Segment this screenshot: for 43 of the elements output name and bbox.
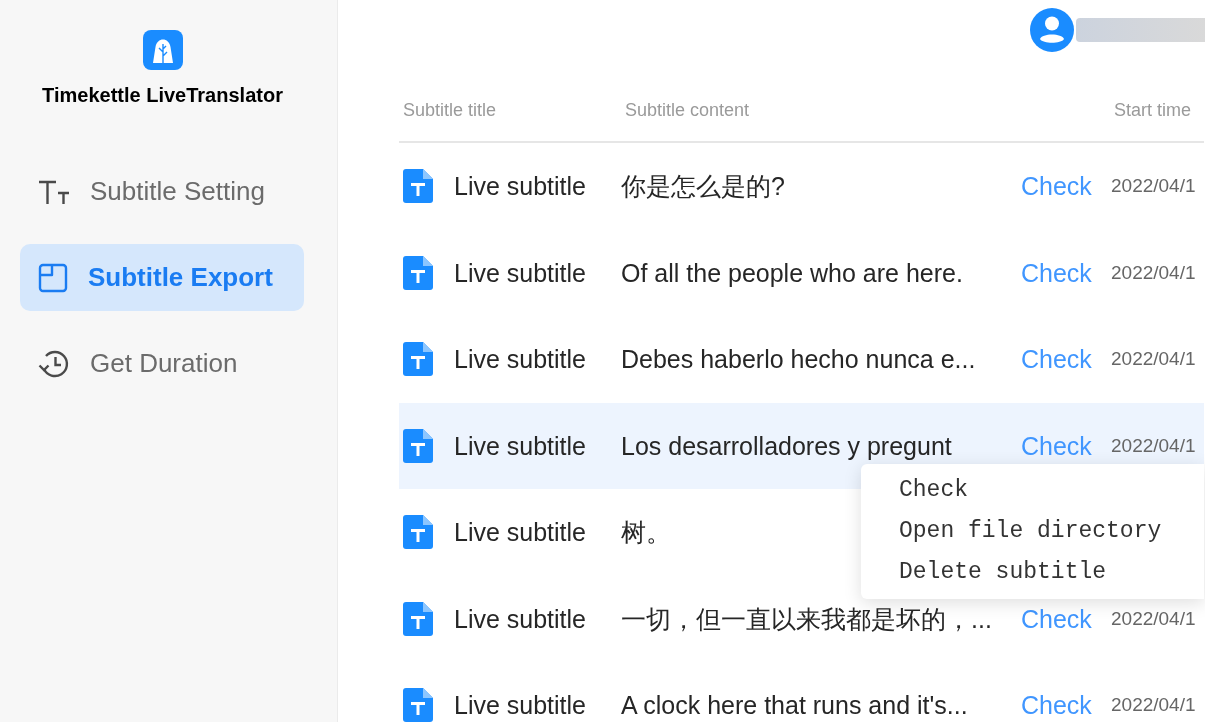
subtitle-content: A clock here that runs and it's... xyxy=(621,690,968,721)
subtitle-content: Debes haberlo hecho nunca e... xyxy=(621,344,976,375)
subtitle-content: 树。 xyxy=(621,517,671,548)
subtitle-content: 你是怎么是的? xyxy=(621,171,785,202)
subtitle-title: Live subtitle xyxy=(454,690,587,721)
subtitle-title: Live subtitle xyxy=(454,430,587,461)
start-time: 2022/04/1 xyxy=(1111,260,1196,285)
history-clock-icon xyxy=(38,348,70,379)
subtitle-content: Of all the people who are here. xyxy=(621,257,963,288)
text-file-icon xyxy=(403,342,433,377)
start-time: 2022/04/1 xyxy=(1111,347,1196,372)
subtitle-title: Live subtitle xyxy=(454,171,587,202)
start-time: 2022/04/1 xyxy=(1111,433,1196,458)
text-file-icon xyxy=(403,169,433,204)
table-row[interactable]: Live subtitle A clock here that runs and it's... Check 2022/04/1 xyxy=(399,662,1204,722)
tree-logo-icon xyxy=(142,30,183,70)
sidebar-item[interactable]: Get Duration xyxy=(20,330,304,397)
subtitle-title: Live subtitle xyxy=(454,603,587,634)
column-header: Subtitle title xyxy=(402,99,498,122)
column-header: Subtitle content xyxy=(624,99,751,122)
menu-item[interactable]: Delete subtitle xyxy=(899,552,1107,593)
text-file-icon xyxy=(403,601,433,636)
subtitle-content: Los desarrolladores y pregunt xyxy=(621,430,952,461)
table-row[interactable]: Live subtitle 你是怎么是的? Check 2022/04/1 xyxy=(399,143,1204,230)
subtitle-title: Live subtitle xyxy=(454,257,587,288)
subtitle-content: 一切，但一直以来我都是坏的，... xyxy=(621,603,992,634)
table-row[interactable]: Live subtitle Of all the people who are here. Check 2022/04/1 xyxy=(399,229,1204,316)
text-file-icon xyxy=(403,255,433,290)
start-time: 2022/04/1 xyxy=(1111,693,1196,718)
document-icon xyxy=(38,262,68,293)
text-size-icon xyxy=(38,178,70,205)
subtitle-title: Live subtitle xyxy=(454,344,587,375)
column-header: Start time xyxy=(1113,99,1193,122)
app-name: Timekettle LiveTranslator xyxy=(42,83,283,108)
text-file-icon xyxy=(403,428,433,463)
text-file-icon xyxy=(403,515,433,550)
user-avatar-icon[interactable] xyxy=(1030,8,1074,52)
menu-item[interactable]: Open file directory xyxy=(899,511,1162,552)
subtitle-title: Live subtitle xyxy=(454,517,587,548)
sidebar-item[interactable]: Subtitle Setting xyxy=(20,158,304,225)
table-row[interactable]: Live subtitle Debes haberlo hecho nunca e... Check 2022/04/1 xyxy=(399,316,1204,403)
start-time: 2022/04/1 xyxy=(1111,174,1196,199)
start-time: 2022/04/1 xyxy=(1111,606,1196,631)
